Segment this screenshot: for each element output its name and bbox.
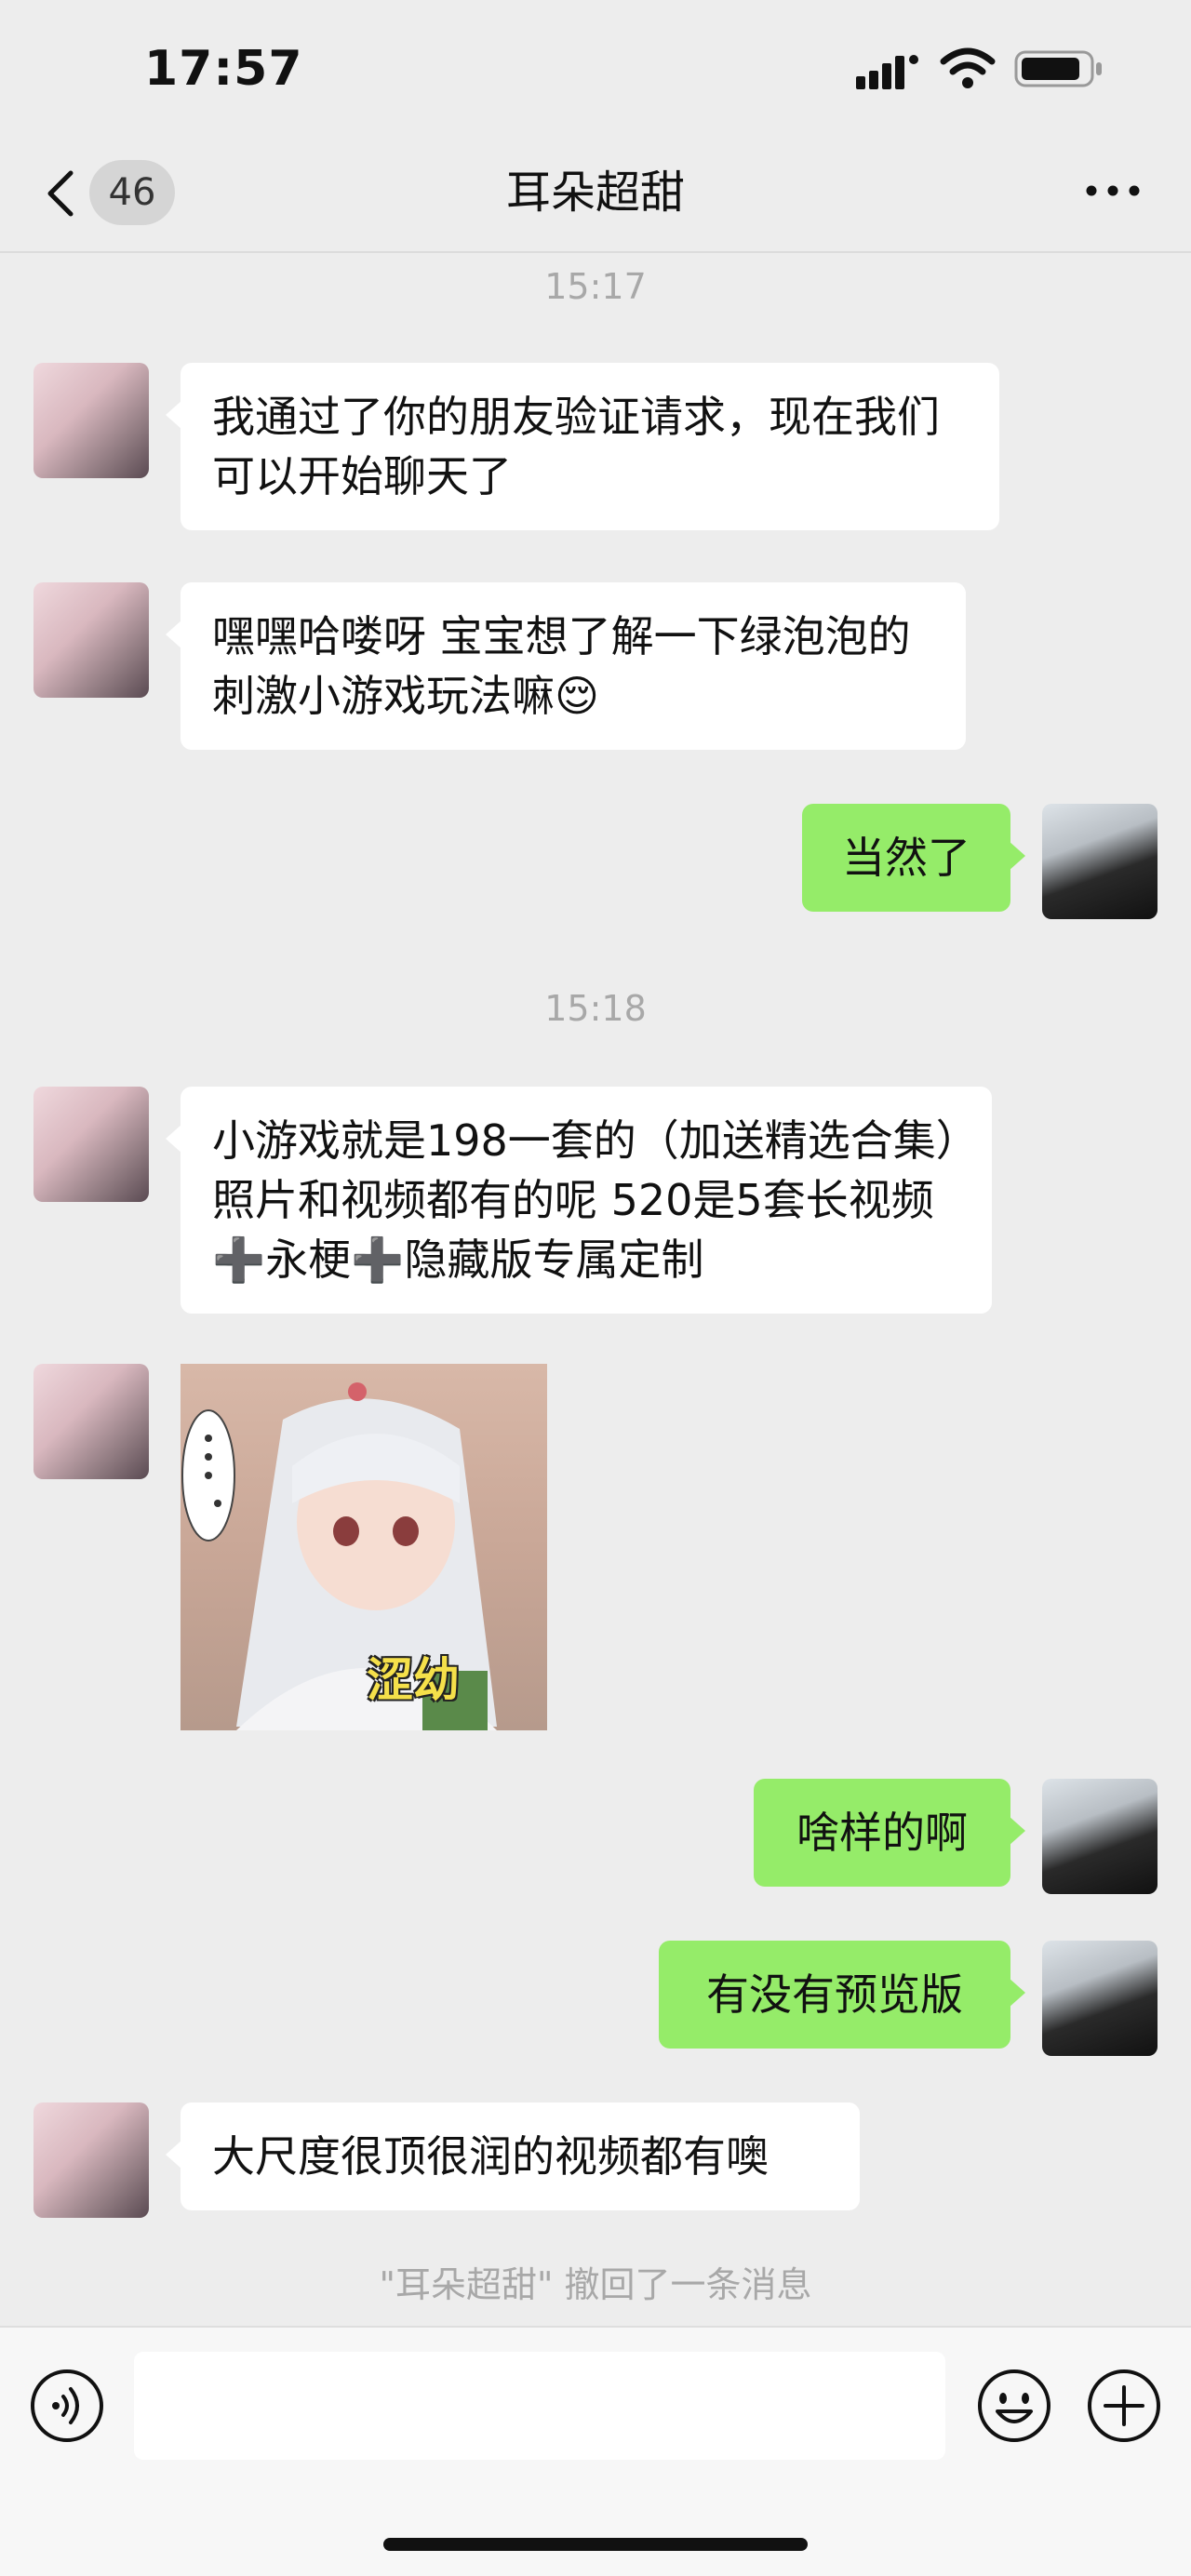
message-bubble-outgoing[interactable]: 有没有预览版 <box>659 1941 1025 2049</box>
my-avatar[interactable] <box>1042 1941 1158 2056</box>
signal-icon <box>856 55 918 89</box>
contact-avatar[interactable] <box>33 363 149 478</box>
contact-avatar[interactable] <box>33 1364 149 1479</box>
battery-icon <box>1014 50 1102 87</box>
recall-notice: "耳朵超甜" 撤回了一条消息 <box>379 2264 812 2305</box>
message-input[interactable] <box>134 2352 945 2460</box>
input-bar <box>0 2326 1191 2576</box>
voice-icon[interactable] <box>28 2367 106 2445</box>
timestamp: 15:18 <box>544 988 647 1029</box>
message-bubble-incoming[interactable]: 大尺度很顶很润的视频都有噢 <box>166 2102 860 2210</box>
chat-header: 46 耳朵超甜 <box>0 140 1191 253</box>
emoji-icon[interactable] <box>975 2367 1053 2445</box>
more-icon[interactable] <box>1085 184 1141 197</box>
contact-avatar[interactable] <box>33 2102 149 2218</box>
message-bubble-incoming[interactable]: 我通过了你的朋友验证请求，现在我们可以开始聊天了 <box>166 363 999 530</box>
wifi-icon <box>940 47 996 88</box>
timestamp: 15:17 <box>544 266 647 307</box>
chat-title: 耳朵超甜 <box>505 167 685 219</box>
contact-avatar[interactable] <box>33 582 149 698</box>
message-bubble-outgoing[interactable]: 当然了 <box>802 804 1025 912</box>
plus-icon[interactable] <box>1085 2367 1163 2445</box>
message-bubble-incoming[interactable]: 小游戏就是198一套的（加送精选合集）照片和视频都有的呢 520是5套长视频➕永… <box>166 1087 992 1314</box>
message-bubble-incoming[interactable]: 嘿嘿哈喽呀 宝宝想了解一下绿泡泡的刺激小游戏玩法嘛😌 <box>166 582 966 750</box>
my-avatar[interactable] <box>1042 804 1158 919</box>
sticker-caption: 涩幼 <box>367 1653 460 1707</box>
sticker-illustration <box>181 1382 497 1730</box>
contact-avatar[interactable] <box>33 1087 149 1202</box>
status-bar: 17:57 <box>0 0 1191 140</box>
home-indicator <box>383 2538 808 2551</box>
sticker-image[interactable]: 涩幼 <box>181 1364 547 1730</box>
my-avatar[interactable] <box>1042 1779 1158 1894</box>
status-time: 17:57 <box>144 41 303 97</box>
message-bubble-outgoing[interactable]: 啥样的啊 <box>754 1779 1025 1887</box>
